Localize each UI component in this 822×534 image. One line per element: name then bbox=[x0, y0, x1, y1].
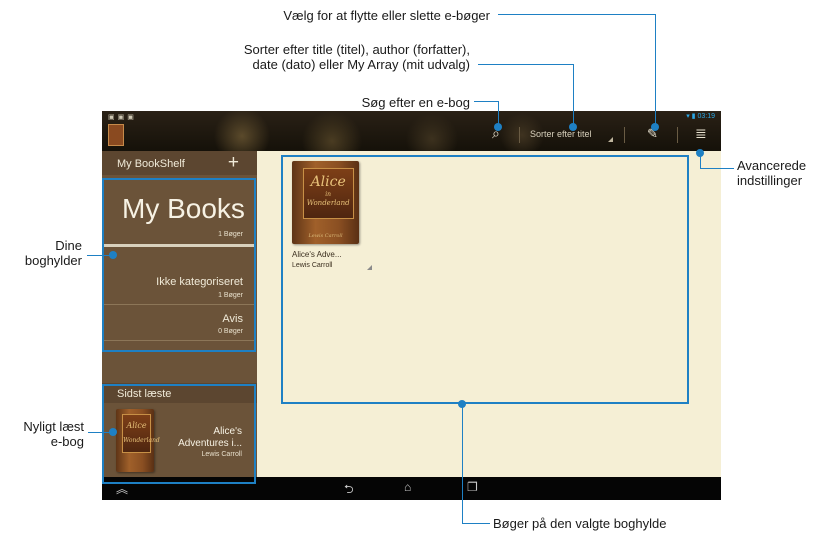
highlight-book-area bbox=[281, 155, 689, 404]
leader-line bbox=[462, 523, 490, 524]
status-bar: ▣▣▣ ▾ ▮ 03:19 bbox=[102, 111, 721, 123]
leader-dot bbox=[109, 428, 117, 436]
leader-dot bbox=[494, 123, 502, 131]
leader-line bbox=[498, 14, 656, 15]
callout-recent-line2: e-bog bbox=[50, 434, 84, 449]
leader-line bbox=[462, 404, 463, 524]
callout-advanced-line1: Avancerede bbox=[737, 158, 807, 173]
leader-line bbox=[655, 14, 656, 127]
callout-sort-line2: date (dato) eller My Array (mit udvalg) bbox=[252, 57, 470, 72]
callout-recent-line1: Nyligt læst bbox=[23, 419, 84, 434]
callout-select-books: Vælg for at flytte eller slette e-bøger bbox=[283, 8, 490, 23]
menu-icon[interactable]: ≣ bbox=[695, 125, 707, 142]
callout-shelves-line2: boghylder bbox=[24, 253, 82, 268]
home-icon[interactable]: ⌂ bbox=[404, 480, 411, 494]
leader-dot bbox=[109, 251, 117, 259]
recent-apps-icon[interactable]: ❐ bbox=[467, 480, 478, 494]
clock: 03:19 bbox=[697, 113, 715, 120]
leader-line bbox=[573, 64, 574, 127]
callout-shelves-line1: Dine bbox=[55, 238, 82, 253]
divider bbox=[624, 127, 625, 143]
highlight-shelves bbox=[102, 178, 256, 352]
callout-advanced-line2: indstillinger bbox=[737, 173, 803, 188]
app-logo-icon[interactable] bbox=[108, 124, 124, 146]
back-icon[interactable]: ⮌ bbox=[344, 480, 354, 500]
callout-advanced: Avancerede indstillinger bbox=[737, 158, 821, 188]
status-time: ▾ ▮ 03:19 bbox=[686, 112, 715, 120]
wifi-icon: ▾ ▮ bbox=[686, 113, 698, 120]
callout-search: Søg efter en e-bog bbox=[361, 95, 470, 110]
callout-sort-line1: Sorter efter title (titel), author (forf… bbox=[243, 42, 470, 57]
leader-dot bbox=[569, 123, 577, 131]
sidebar-title: My BookShelf bbox=[117, 158, 185, 170]
highlight-recent bbox=[102, 384, 256, 484]
sidebar-header: My BookShelf + bbox=[102, 151, 257, 175]
callout-shelves: Dine boghylder bbox=[0, 238, 82, 268]
leader-line bbox=[474, 101, 499, 102]
dropdown-arrow-icon bbox=[608, 137, 613, 142]
divider bbox=[519, 127, 520, 143]
sort-dropdown[interactable]: Sorter efter titel bbox=[530, 129, 592, 139]
callout-books-on-shelf: Bøger på den valgte boghylde bbox=[493, 516, 667, 531]
leader-line bbox=[700, 153, 701, 169]
notification-icons: ▣▣▣ bbox=[108, 114, 137, 121]
divider bbox=[677, 127, 678, 143]
leader-line bbox=[700, 168, 734, 169]
action-bar: ▣▣▣ ▾ ▮ 03:19 ⌕ Sorter efter titel ✎ ≣ bbox=[102, 111, 721, 151]
add-shelf-button[interactable]: + bbox=[228, 152, 239, 174]
leader-dot bbox=[651, 123, 659, 131]
callout-sort: Sorter efter title (titel), author (forf… bbox=[140, 42, 470, 72]
leader-line bbox=[478, 64, 574, 65]
callout-recent: Nyligt læst e-bog bbox=[0, 419, 84, 449]
